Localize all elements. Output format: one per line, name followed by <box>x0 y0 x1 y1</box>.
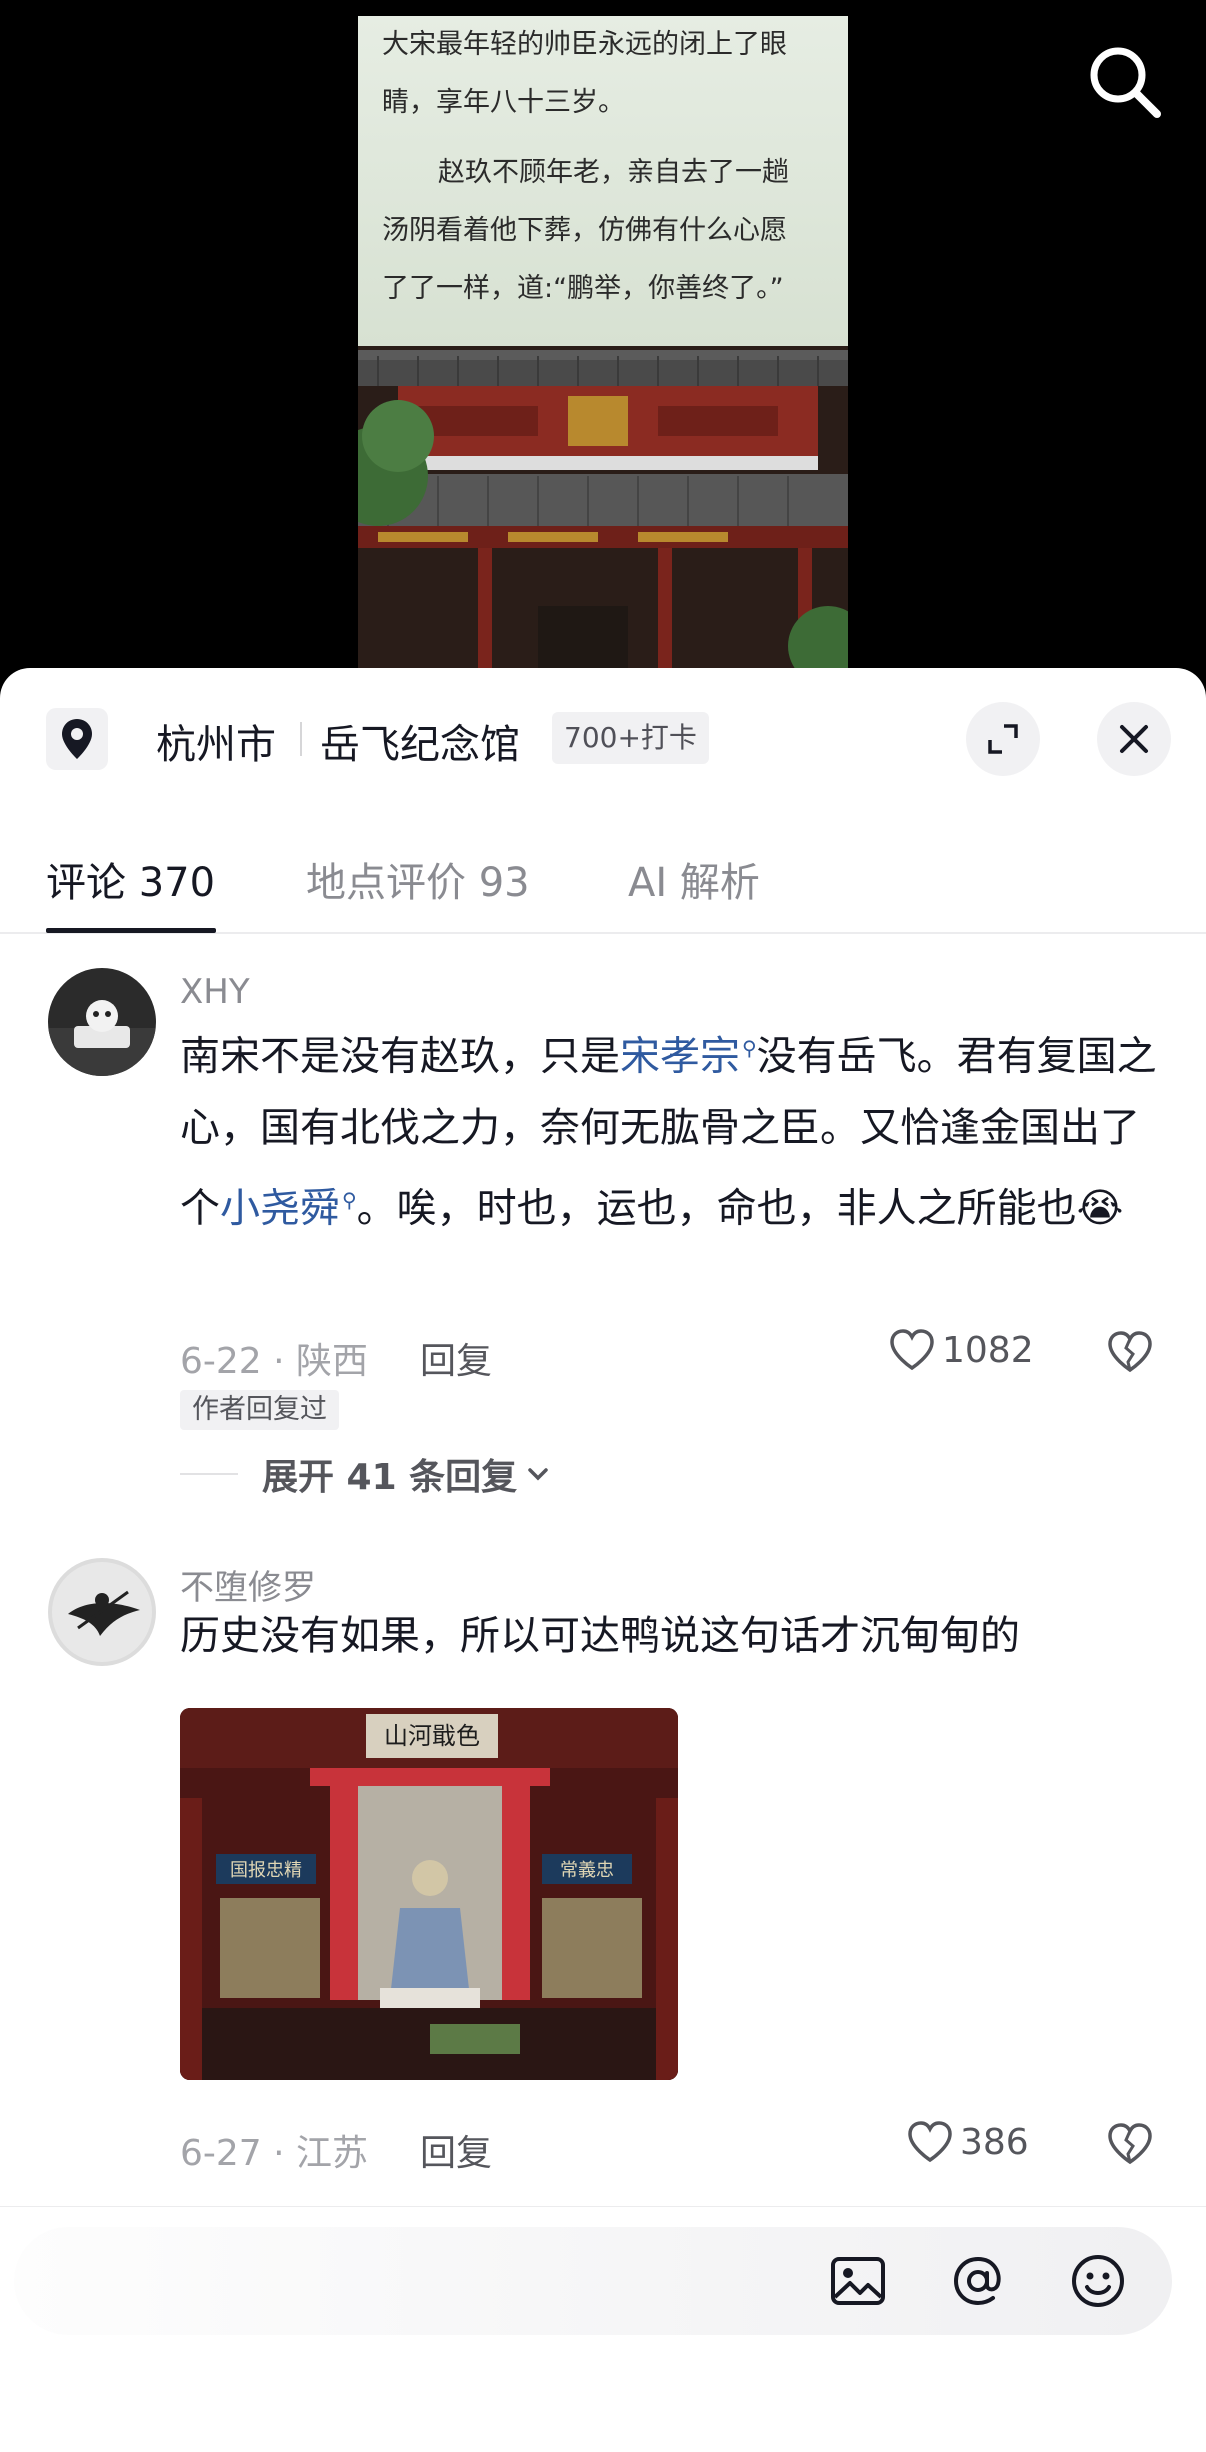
expand-replies-label: 展开 41 条回复 <box>262 1457 518 1498</box>
tab-comments[interactable]: 评论 370 <box>46 850 215 908</box>
comment-text-part: 南宋不是没有赵玖，只是 <box>180 1033 620 1080</box>
like-count: 1082 <box>942 1329 1034 1371</box>
expand-button[interactable] <box>966 702 1040 776</box>
comment-meta: 6-27 · 江苏 <box>180 2133 369 2174</box>
comment-input-pill[interactable] <box>14 2227 1172 2335</box>
reply-button[interactable]: 回复 <box>420 2124 492 2176</box>
heart-icon <box>890 1329 934 1371</box>
author-replied-badge: 作者回复过 <box>180 1390 339 1430</box>
dislike-button[interactable] <box>1106 2122 1154 2170</box>
divider <box>300 722 302 756</box>
checkin-badge: 700+打卡 <box>552 712 709 764</box>
video-text-line: 了了一样，道:“鹏举，你善终了。” <box>382 273 784 304</box>
temple-image <box>358 346 848 700</box>
search-link-icon: ⚲ <box>342 1188 357 1213</box>
location-place: 岳飞纪念馆 <box>320 722 520 768</box>
mention-button[interactable] <box>948 2251 1008 2311</box>
search-button[interactable] <box>1085 42 1165 122</box>
tab-bar: 评论 370 地点评价 93 AI 解析 <box>0 812 1206 934</box>
search-link[interactable]: 宋孝宗 <box>620 1033 740 1079</box>
search-link-icon: ⚲ <box>742 1036 757 1060</box>
video-text-line: 睛，享年八十三岁。 <box>382 87 625 118</box>
at-icon <box>953 2256 1001 2306</box>
tab-ai-analysis[interactable]: AI 解析 <box>628 850 760 908</box>
video-frame: 大宋最年轻的帅臣永远的闭上了眼 睛，享年八十三岁。 赵玖不顾年老，亲自去了一趟 … <box>358 16 848 700</box>
tab-location-reviews[interactable]: 地点评价 93 <box>306 850 530 908</box>
video-caption-text: 大宋最年轻的帅臣永远的闭上了眼 睛，享年八十三岁。 赵玖不顾年老，亲自去了一趟 … <box>358 16 848 346</box>
location-pin-icon <box>62 719 92 759</box>
image-icon <box>831 2257 885 2305</box>
like-button[interactable]: 1082 <box>888 1328 1034 1372</box>
avatar[interactable] <box>48 1558 156 1666</box>
comment-input[interactable] <box>54 2257 794 2305</box>
video-text-line: 大宋最年轻的帅臣永远的闭上了眼 <box>382 29 787 60</box>
reply-button[interactable]: 回复 <box>420 1332 492 1384</box>
heart-icon <box>908 2121 952 2163</box>
broken-heart-icon <box>1108 2123 1152 2165</box>
comment-photo[interactable]: 山河戢色 国报忠精 常義忠 <box>180 1708 678 2080</box>
photo-sign-top: 山河戢色 <box>384 1722 480 1750</box>
location-header[interactable]: 杭州市 岳飞纪念馆 700+打卡 <box>0 668 1206 812</box>
active-tab-indicator <box>46 928 216 933</box>
comment-text: 历史没有如果，所以可达鸭说这句话才沉甸甸的 <box>180 1613 1020 1659</box>
search-link[interactable]: 小尧舜 <box>220 1186 340 1232</box>
chevron-down-icon <box>528 1468 548 1481</box>
photo-sign-left: 国报忠精 <box>230 1860 302 1881</box>
emoji-button[interactable] <box>1068 2251 1128 2311</box>
comments-sheet: 杭州市 岳飞纪念馆 700+打卡 评论 370 地点评价 93 AI 解析 XH… <box>0 668 1206 2452</box>
video-text-line: 赵玖不顾年老，亲自去了一趟 <box>438 157 789 188</box>
divider <box>180 1473 238 1475</box>
dislike-button[interactable] <box>1106 1330 1154 1378</box>
comment-author[interactable]: XHY <box>180 972 250 1012</box>
close-icon <box>1120 725 1148 753</box>
broken-heart-icon <box>1108 1331 1152 1373</box>
comment-meta: 6-22 · 陕西 <box>180 1341 369 1382</box>
expand-icon <box>988 724 1018 754</box>
image-button[interactable] <box>828 2251 888 2311</box>
avatar[interactable] <box>48 968 156 1076</box>
location-pin-box <box>46 708 108 770</box>
emoji-icon <box>1072 2255 1124 2307</box>
photo-sign-right: 常義忠 <box>560 1860 614 1881</box>
close-button[interactable] <box>1097 702 1171 776</box>
comment-text: 南宋不是没有赵玖，只是宋孝宗 ⚲没有岳飞。君有复国之心，国有北伐之力，奈何无肱骨之… <box>180 1012 1160 1245</box>
comment-text-part: 。唉，时也，运也，命也，非人之所能也 <box>356 1185 1077 1232</box>
comment-item: 不堕修罗 历史没有如果，所以可达鸭说这句话才沉甸甸的 山河戢色 国报忠精 常義忠 <box>0 1558 1206 2218</box>
comment-item: XHY 南宋不是没有赵玖，只是宋孝宗 ⚲没有岳飞。君有复国之心，国有北伐之力，奈何… <box>0 934 1206 1498</box>
search-icon <box>1090 47 1161 118</box>
crying-emoji: 😭 <box>1076 1185 1124 1232</box>
like-count: 386 <box>960 2121 1029 2163</box>
expand-replies-button[interactable]: 展开 41 条回复 <box>180 1448 553 1500</box>
comment-input-bar <box>0 2206 1206 2452</box>
video-text-line: 汤阴看着他下葬，仿佛有什么心愿 <box>382 215 787 246</box>
like-button[interactable]: 386 <box>906 2120 1029 2164</box>
video-player[interactable]: 大宋最年轻的帅臣永远的闭上了眼 睛，享年八十三岁。 赵玖不顾年老，亲自去了一趟 … <box>0 0 1206 700</box>
location-city: 杭州市 <box>156 722 276 768</box>
